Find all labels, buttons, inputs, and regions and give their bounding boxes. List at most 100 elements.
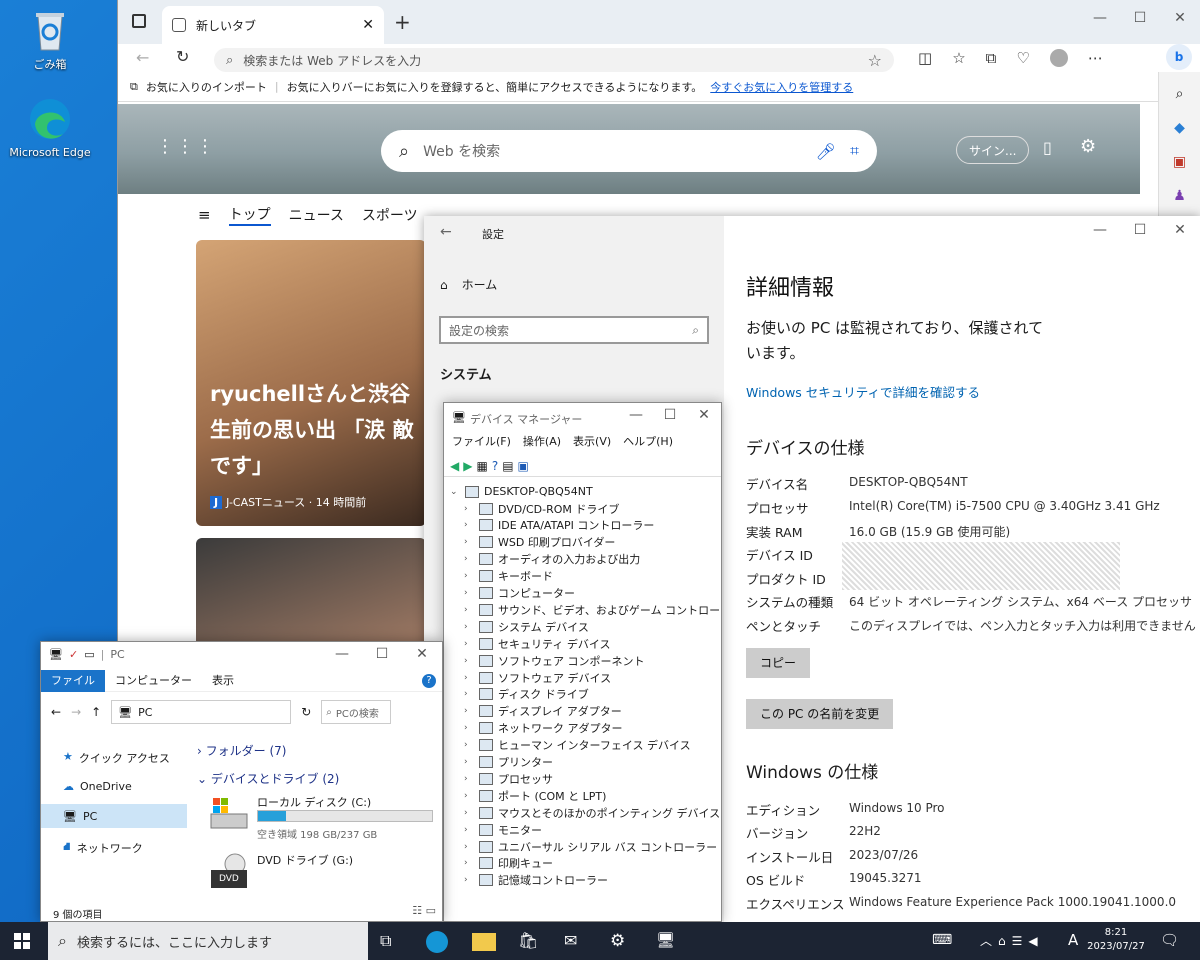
more-menu-icon[interactable]: ⋯ <box>1088 49 1103 67</box>
device-category[interactable]: › ソフトウェア コンポーネント <box>464 652 645 669</box>
favorite-star-icon[interactable]: ☆ <box>868 51 882 70</box>
refresh-icon[interactable]: ↻ <box>176 47 189 66</box>
sidebar-games-icon[interactable]: ♟ <box>1173 188 1186 204</box>
device-category[interactable]: › IDE ATA/ATAPI コントローラー <box>464 517 654 534</box>
expand-chevron-icon[interactable]: › <box>464 723 474 733</box>
device-category[interactable]: › サウンド、ビデオ、およびゲーム コントローラー <box>464 601 721 618</box>
nav-pc[interactable]: 🖥︎ PC <box>41 804 187 828</box>
maximize-icon[interactable]: ☐ <box>1120 222 1160 238</box>
news-card[interactable]: ryuchellさんと渋谷 生前の思い出 「涙 敵です」 J J-CASTニュース… <box>196 240 426 526</box>
back-icon[interactable]: ← <box>51 705 61 719</box>
settings-home-link[interactable]: ⌂ ホーム <box>440 276 497 293</box>
expand-chevron-icon[interactable]: › <box>464 774 474 784</box>
view-icon[interactable]: ▤ <box>502 459 513 473</box>
sidebar-tools-icon[interactable]: ▣ <box>1173 154 1186 170</box>
menu-file[interactable]: ファイル(F) <box>452 433 511 449</box>
device-category[interactable]: › ディスプレイ アダプター <box>464 703 622 720</box>
visual-search-icon[interactable]: ⌗ <box>850 141 859 161</box>
ribbon-tab-file[interactable]: ファイル <box>41 669 105 692</box>
taskbar-explorer-icon[interactable] <box>472 933 496 951</box>
menu-view[interactable]: 表示(V) <box>573 433 611 449</box>
microphone-icon[interactable]: 🎤︎ <box>816 142 836 161</box>
properties-icon[interactable]: ✓ <box>69 648 78 661</box>
device-category[interactable]: › プロセッサ <box>464 770 553 787</box>
close-icon[interactable]: ✕ <box>1160 10 1200 26</box>
split-screen-icon[interactable]: ◫ <box>918 49 932 67</box>
taskbar-search-box[interactable]: ⌕ 検索するには、ここに入力します <box>48 922 368 960</box>
device-category[interactable]: › ディスク ドライブ <box>464 686 589 703</box>
expand-chevron-icon[interactable]: › <box>464 858 474 868</box>
expand-chevron-icon[interactable]: › <box>464 504 474 514</box>
expand-chevron-icon[interactable]: › <box>464 537 474 547</box>
explorer-search-input[interactable]: ⌕ PCの検索 <box>321 700 392 724</box>
expand-chevron-icon[interactable]: › <box>464 740 474 750</box>
expand-chevron-icon[interactable]: › <box>464 554 474 564</box>
back-arrow-icon[interactable]: ◀ <box>450 459 459 473</box>
menu-help[interactable]: ヘルプ(H) <box>623 433 673 449</box>
keyboard-icon[interactable]: ⌨ <box>932 932 952 948</box>
web-search-box[interactable]: ⌕ Web を検索 🎤︎ ⌗ <box>381 130 877 172</box>
start-button-icon[interactable] <box>14 933 30 949</box>
security-link[interactable]: Windows セキュリティで詳細を確認する <box>746 382 980 401</box>
expand-chevron-icon[interactable]: › <box>464 520 474 530</box>
back-icon[interactable]: ← <box>136 48 149 67</box>
up-icon[interactable]: ↑ <box>91 705 101 719</box>
nav-item[interactable]: ニュース <box>289 205 344 225</box>
device-category[interactable]: › システム デバイス <box>464 618 589 635</box>
rename-pc-button[interactable]: この PC の名前を変更 <box>746 699 894 729</box>
nav-item[interactable]: スポーツ <box>362 205 418 225</box>
taskbar-settings-icon[interactable]: ⚙ <box>610 931 634 953</box>
expand-chevron-icon[interactable]: › <box>464 639 474 649</box>
expand-chevron-icon[interactable]: › <box>464 875 474 885</box>
expand-chevron-icon[interactable]: › <box>464 588 474 598</box>
device-category[interactable]: › コンピューター <box>464 585 575 602</box>
notification-icon[interactable]: 🗨︎ <box>1160 931 1179 949</box>
tab-actions-icon[interactable] <box>132 14 146 28</box>
help-icon[interactable]: ? <box>422 673 436 688</box>
forward-icon[interactable]: → <box>71 705 81 719</box>
drive-c-item[interactable]: ローカル ディスク (C:) 空き領域 198 GB/237 GB <box>209 792 439 841</box>
address-bar[interactable]: ⌕ 検索または Web アドレスを入力 ☆ <box>214 48 894 72</box>
nav-network[interactable]: ⛘ ネットワーク <box>63 840 143 856</box>
profile-avatar-icon[interactable] <box>1049 49 1068 67</box>
scan-hardware-icon[interactable]: ▣ <box>518 459 529 473</box>
properties-icon[interactable]: ▦ <box>476 459 487 473</box>
device-category[interactable]: › WSD 印刷プロバイダー <box>464 534 615 551</box>
settings-gear-icon[interactable]: ⚙ <box>1080 136 1096 157</box>
collections-icon[interactable]: ⧉ <box>986 49 997 67</box>
news-card-photo[interactable] <box>196 538 426 648</box>
taskbar-store-icon[interactable]: 🛍︎ <box>518 931 542 953</box>
copy-button[interactable]: コピー <box>746 648 811 678</box>
device-category[interactable]: › マウスとそのほかのポインティング デバイス <box>464 804 720 821</box>
minimize-icon[interactable]: — <box>1080 10 1120 26</box>
close-icon[interactable]: ✕ <box>402 646 442 662</box>
fav-import-link[interactable]: お気に入りのインポート <box>146 79 267 95</box>
ribbon-tab-computer[interactable]: コンピューター <box>105 670 202 692</box>
close-icon[interactable]: ✕ <box>1160 222 1200 238</box>
ribbon-tab-view[interactable]: 表示 <box>202 670 244 692</box>
tab-new-tab[interactable]: 新しいタブ ✕ <box>162 6 384 44</box>
mobile-icon[interactable]: ▯ <box>1043 138 1052 157</box>
menu-action[interactable]: 操作(A) <box>523 433 561 449</box>
expand-chevron-icon[interactable]: › <box>464 808 474 818</box>
expand-chevron-icon[interactable]: › <box>464 706 474 716</box>
back-icon[interactable]: ← <box>440 224 452 240</box>
explorer-address-bar[interactable]: 🖥︎ PC <box>111 700 292 724</box>
close-icon[interactable]: ✕ <box>687 407 721 423</box>
close-tab-icon[interactable]: ✕ <box>362 17 374 33</box>
nav-quick-access[interactable]: ★ クイック アクセス <box>63 750 170 766</box>
device-category[interactable]: › セキュリティ デバイス <box>464 635 611 652</box>
device-category[interactable]: › キーボード <box>464 568 553 585</box>
device-category[interactable]: › ポート (COM と LPT) <box>464 787 606 804</box>
hamburger-icon[interactable]: ≡ <box>198 206 211 224</box>
expand-chevron-icon[interactable]: › <box>464 656 474 666</box>
device-category[interactable]: › ユニバーサル シリアル バス コントローラー <box>464 838 717 855</box>
sidebar-shopping-icon[interactable]: ◆ <box>1174 120 1185 136</box>
browser-essentials-icon[interactable]: ♡ <box>1016 49 1029 67</box>
recycle-bin-shortcut[interactable]: ごみ箱 <box>0 8 100 72</box>
device-category[interactable]: › 印刷キュー <box>464 855 553 872</box>
tray-icons[interactable]: ︿⌂☰◀ <box>980 932 1044 949</box>
signin-button[interactable]: サイン... <box>956 136 1030 164</box>
sidebar-search-icon[interactable]: ⌕ <box>1176 86 1184 102</box>
bing-chat-icon[interactable]: b <box>1166 44 1192 70</box>
